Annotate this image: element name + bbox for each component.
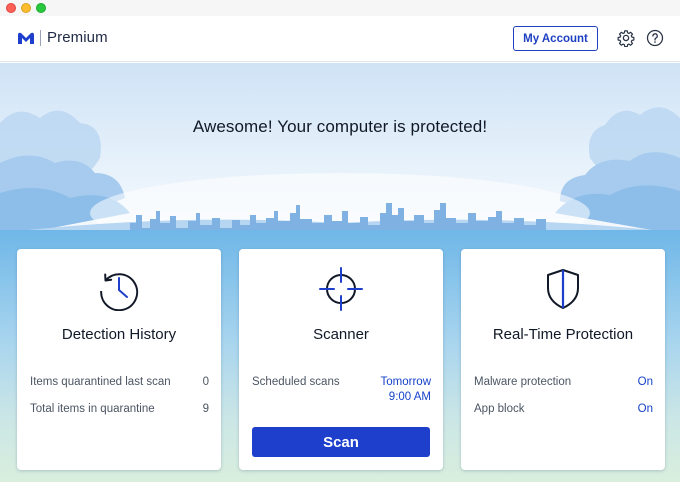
close-window-button[interactable] xyxy=(6,3,16,13)
total-items-in-quarantine-label: Total items in quarantine xyxy=(30,403,155,415)
items-quarantined-last-scan-label: Items quarantined last scan xyxy=(30,376,171,388)
logo-divider xyxy=(40,30,41,46)
help-icon[interactable] xyxy=(646,29,664,47)
scheduled-scans-day[interactable]: Tomorrow xyxy=(381,376,431,388)
malware-protection-status[interactable]: On xyxy=(638,376,653,388)
product-name: Premium xyxy=(47,29,108,46)
scanner-card[interactable]: Scanner Scheduled scans Tomorrow 9:00 AM… xyxy=(239,249,443,470)
scanner-title: Scanner xyxy=(313,326,369,343)
items-quarantined-last-scan-value: 0 xyxy=(202,376,209,388)
my-account-button[interactable]: My Account xyxy=(513,26,598,51)
real-time-protection-title: Real-Time Protection xyxy=(492,326,634,343)
total-items-in-quarantine-value: 9 xyxy=(202,403,209,415)
window-titlebar xyxy=(0,0,680,16)
scan-button[interactable]: Scan xyxy=(252,427,430,457)
app-header: Premium My Account xyxy=(0,16,680,62)
real-time-protection-card[interactable]: Real-Time Protection Malware protection … xyxy=(461,249,665,470)
app-block-label: App block xyxy=(474,403,525,415)
shield-icon xyxy=(547,269,579,309)
malware-protection-label: Malware protection xyxy=(474,376,572,388)
minimize-window-button[interactable] xyxy=(21,3,31,13)
detection-history-title: Detection History xyxy=(61,326,177,343)
scheduled-scans-label: Scheduled scans xyxy=(252,376,340,388)
detection-history-card[interactable]: Detection History Items quarantined last… xyxy=(17,249,221,470)
malwarebytes-logo-icon xyxy=(18,32,34,44)
crosshair-icon xyxy=(319,267,363,311)
history-clock-icon xyxy=(100,273,139,311)
gear-icon[interactable] xyxy=(617,29,635,47)
maximize-window-button[interactable] xyxy=(36,3,46,13)
scheduled-scans-time[interactable]: 9:00 AM xyxy=(389,391,431,403)
protection-status-message: Awesome! Your computer is protected! xyxy=(192,117,488,136)
app-block-status[interactable]: On xyxy=(638,403,653,415)
